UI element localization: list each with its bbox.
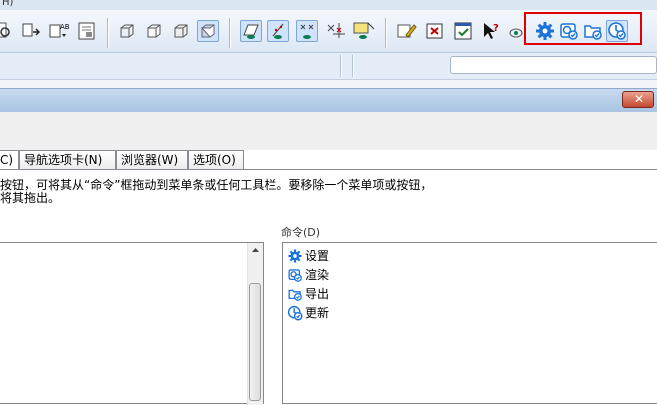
tab-navigation[interactable]: 导航选项卡(N) [19,150,116,169]
instruction-line: 按钮，可将其从“命令”框拖动到菜单条或任何工具栏。要移除一个菜单项或按钮， [0,178,433,192]
hidden-line-cube-icon[interactable] [143,20,165,42]
dialog-title-bar: ✕ [0,88,657,113]
scroll-up-button[interactable] [248,243,263,258]
zoom-icon[interactable] [0,20,12,42]
wireframe-cube-icon[interactable] [116,20,138,42]
delete-box-icon[interactable] [424,20,446,42]
tab-commands[interactable]: C) [0,150,19,170]
text-field-icon[interactable]: AB [48,20,70,42]
toolbar-separator [340,55,341,77]
command-label: 设置 [305,249,330,263]
tab-label: C) [0,153,14,167]
toolbar-combo-input[interactable] [450,56,657,74]
points-view-icon[interactable] [296,20,318,42]
toolbar-secondary [0,53,657,80]
shaded-edges-cube-icon[interactable] [170,20,192,42]
close-button[interactable]: ✕ [622,91,654,108]
tab-browser[interactable]: 浏览器(W) [116,150,188,169]
menu-bar: H) [0,0,657,10]
render-icon [287,267,303,283]
categories-scrollbar[interactable] [247,243,263,405]
form-icon[interactable] [76,20,98,42]
sketch-view-icon[interactable] [352,20,375,42]
workspace-gap [0,80,657,88]
toolbar-separator [385,18,386,48]
shaded-cube-icon[interactable] [197,20,219,42]
toolbar-separator [229,18,230,48]
insert-arrow-icon[interactable] [20,20,42,42]
highlight-box [524,12,642,45]
dialog-body [0,112,657,150]
export-folder-icon [287,286,303,302]
gear-icon [287,248,303,264]
categories-list[interactable] [0,242,264,405]
edit-pencil-icon[interactable] [395,20,417,42]
axis-view-icon[interactable] [267,20,289,42]
toolbar-separator [352,55,353,77]
instruction-line: 将其拖出。 [0,191,61,205]
commands-label: 命令(D) [281,226,321,239]
plane-view-icon[interactable] [240,20,262,42]
svg-text:AB: AB [60,23,70,31]
tab-label: 导航选项卡(N) [24,153,103,167]
tab-label: 浏览器(W) [121,153,179,167]
menu-fragment[interactable]: H) [2,0,13,8]
checkbox-window-icon[interactable] [452,20,474,42]
coordinate-view-icon[interactable] [325,20,347,42]
help-cursor-icon[interactable]: ? [480,20,502,42]
update-icon [287,305,303,321]
tab-options[interactable]: 选项(O) [188,150,244,169]
tab-label: 选项(O) [193,153,236,167]
command-label: 渲染 [305,268,330,282]
command-label: 导出 [305,287,330,301]
svg-text:?: ? [493,23,499,34]
command-label: 更新 [305,306,330,320]
close-icon: ✕ [634,92,645,106]
scroll-thumb[interactable] [249,283,261,401]
commands-list[interactable]: 设置 渲染 导出 更新 [282,242,657,404]
toolbar-separator [107,18,108,48]
